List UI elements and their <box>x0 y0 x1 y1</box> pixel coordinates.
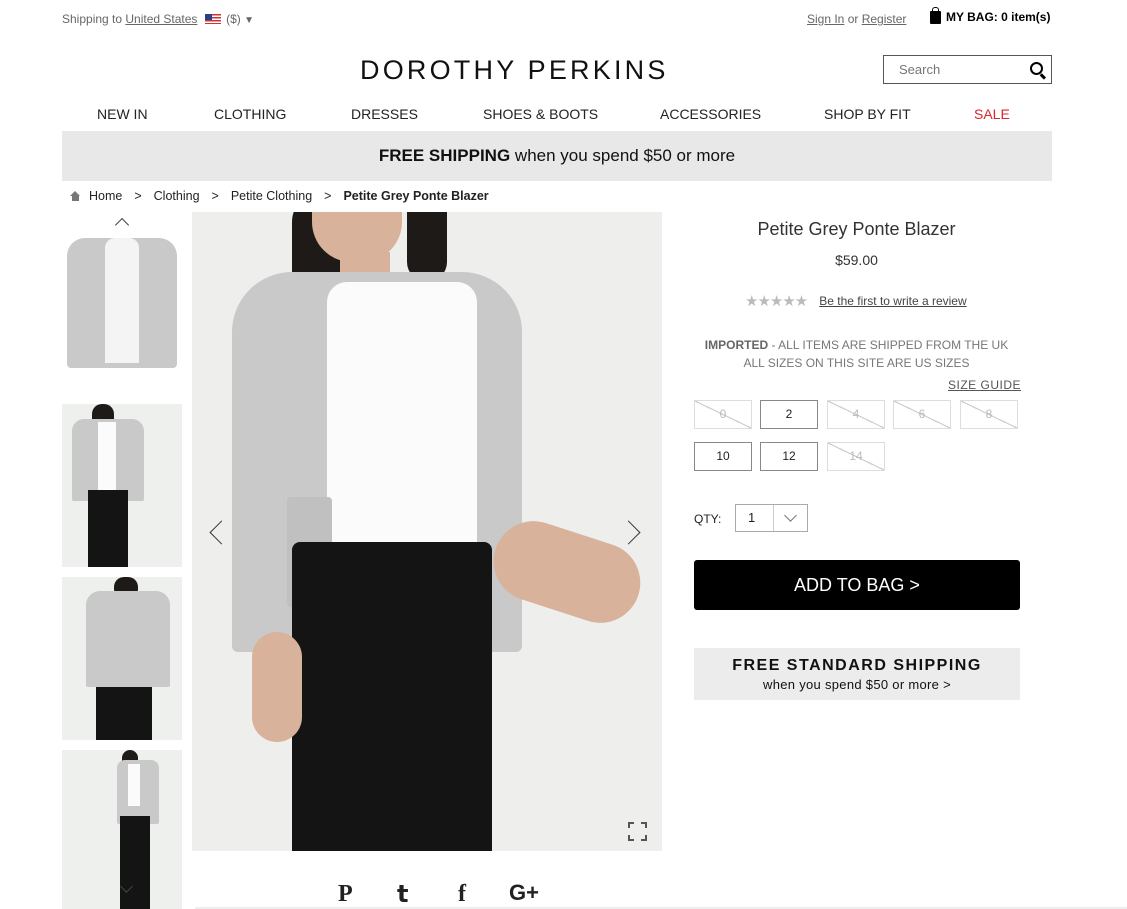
qty-select[interactable]: 1 <box>735 504 808 532</box>
or-text: or <box>847 12 859 26</box>
my-bag-link[interactable]: MY BAG: 0 item(s) <box>930 7 1051 24</box>
size-option-0: 0 <box>694 400 752 429</box>
nav-item-accessories[interactable]: ACCESSORIES <box>660 106 761 122</box>
product-price: $59.00 <box>835 252 878 268</box>
register-link[interactable]: Register <box>862 12 907 26</box>
breadcrumb-separator: > <box>211 189 219 203</box>
main-product-image[interactable] <box>192 212 662 851</box>
caret-down-icon[interactable]: ▼ <box>244 15 254 26</box>
free-shipping-subtitle: when you spend $50 or more > <box>763 677 951 692</box>
product-title: Petite Grey Ponte Blazer <box>757 219 956 239</box>
shipping-country-link[interactable]: United States <box>125 12 197 26</box>
imported-text: - ALL ITEMS ARE SHIPPED FROM THE UK <box>771 338 1009 352</box>
account-links: Sign In or Register <box>807 12 906 26</box>
promo-text: when you spend $50 or more <box>514 146 736 165</box>
us-flag-icon <box>204 14 221 24</box>
top-bar: Shipping to United States ($) ▼ Sign In … <box>62 7 1052 28</box>
rating: ★★★★★ Be the first to write a review <box>745 292 967 310</box>
currency-label: ($) <box>226 12 241 26</box>
thumbnail-3[interactable] <box>62 577 182 740</box>
breadcrumb-separator: > <box>134 189 142 203</box>
rating-stars-icon: ★★★★★ <box>745 292 808 310</box>
qty-label: QTY: <box>694 512 722 526</box>
search-input[interactable] <box>884 62 1024 77</box>
main-nav: NEW IN CLOTHING DRESSES SHOES & BOOTS AC… <box>62 106 1052 124</box>
thumbnail-2[interactable] <box>62 404 182 567</box>
nav-item-clothing[interactable]: CLOTHING <box>214 106 286 122</box>
twitter-icon[interactable]: t <box>397 882 408 906</box>
size-option-14: 14 <box>827 442 885 471</box>
free-shipping-title: FREE STANDARD SHIPPING <box>732 657 982 674</box>
nav-item-new-in[interactable]: NEW IN <box>97 106 148 122</box>
facebook-icon[interactable]: f <box>458 882 466 906</box>
size-option-12[interactable]: 12 <box>760 442 818 471</box>
size-option-10[interactable]: 10 <box>694 442 752 471</box>
nav-item-dresses[interactable]: DRESSES <box>351 106 418 122</box>
home-icon <box>70 191 81 201</box>
thumbnail-up-chevron-icon[interactable] <box>113 216 131 226</box>
shipping-notice: IMPORTED - ALL ITEMS ARE SHIPPED FROM TH… <box>694 336 1019 372</box>
breadcrumb-separator: > <box>324 189 332 203</box>
qty-value: 1 <box>736 505 774 531</box>
expand-icon[interactable] <box>628 822 647 841</box>
sign-in-link[interactable]: Sign In <box>807 12 844 26</box>
promo-banner[interactable]: FREE SHIPPING when you spend $50 or more <box>62 131 1052 181</box>
previous-image-arrow-icon[interactable] <box>205 519 225 547</box>
breadcrumb-home[interactable]: Home <box>89 189 122 203</box>
nav-item-shoes-boots[interactable]: SHOES & BOOTS <box>483 106 598 122</box>
shipping-prefix: Shipping to <box>62 12 123 26</box>
pinterest-icon[interactable]: P <box>338 882 353 906</box>
shopping-bag-icon <box>930 7 941 24</box>
breadcrumb: Home > Clothing > Petite Clothing > Peti… <box>70 189 489 203</box>
size-option-6: 6 <box>893 400 951 429</box>
thumbnail-down-chevron-icon[interactable] <box>118 885 136 895</box>
sizes-note: ALL SIZES ON THIS SITE ARE US SIZES <box>743 356 970 370</box>
search-icon[interactable] <box>1030 62 1043 75</box>
size-guide-link[interactable]: SIZE GUIDE <box>948 378 1021 392</box>
thumbnail-1[interactable] <box>62 228 182 391</box>
next-image-arrow-icon[interactable] <box>624 519 644 547</box>
breadcrumb-clothing[interactable]: Clothing <box>154 189 200 203</box>
size-option-8: 8 <box>960 400 1018 429</box>
chevron-down-icon[interactable] <box>774 505 807 531</box>
promo-bold: FREE SHIPPING <box>378 146 511 165</box>
nav-item-shop-by-fit[interactable]: SHOP BY FIT <box>824 106 911 122</box>
write-review-link[interactable]: Be the first to write a review <box>819 294 966 308</box>
imported-label: IMPORTED <box>704 338 769 352</box>
nav-item-sale[interactable]: SALE <box>974 106 1010 122</box>
shipping-selector[interactable]: Shipping to United States ($) ▼ <box>62 12 254 26</box>
search-box[interactable] <box>883 55 1052 84</box>
free-shipping-box[interactable]: FREE STANDARD SHIPPING when you spend $5… <box>694 648 1020 700</box>
bag-label: MY BAG: 0 item(s) <box>946 10 1051 24</box>
googleplus-icon[interactable]: G+ <box>509 882 539 904</box>
add-to-bag-button[interactable]: ADD TO BAG > <box>694 560 1020 610</box>
size-option-4: 4 <box>827 400 885 429</box>
breadcrumb-petite-clothing[interactable]: Petite Clothing <box>231 189 312 203</box>
site-logo[interactable]: DOROTHY PERKINS <box>360 55 669 86</box>
breadcrumb-current: Petite Grey Ponte Blazer <box>343 189 489 203</box>
size-option-2[interactable]: 2 <box>760 400 818 429</box>
